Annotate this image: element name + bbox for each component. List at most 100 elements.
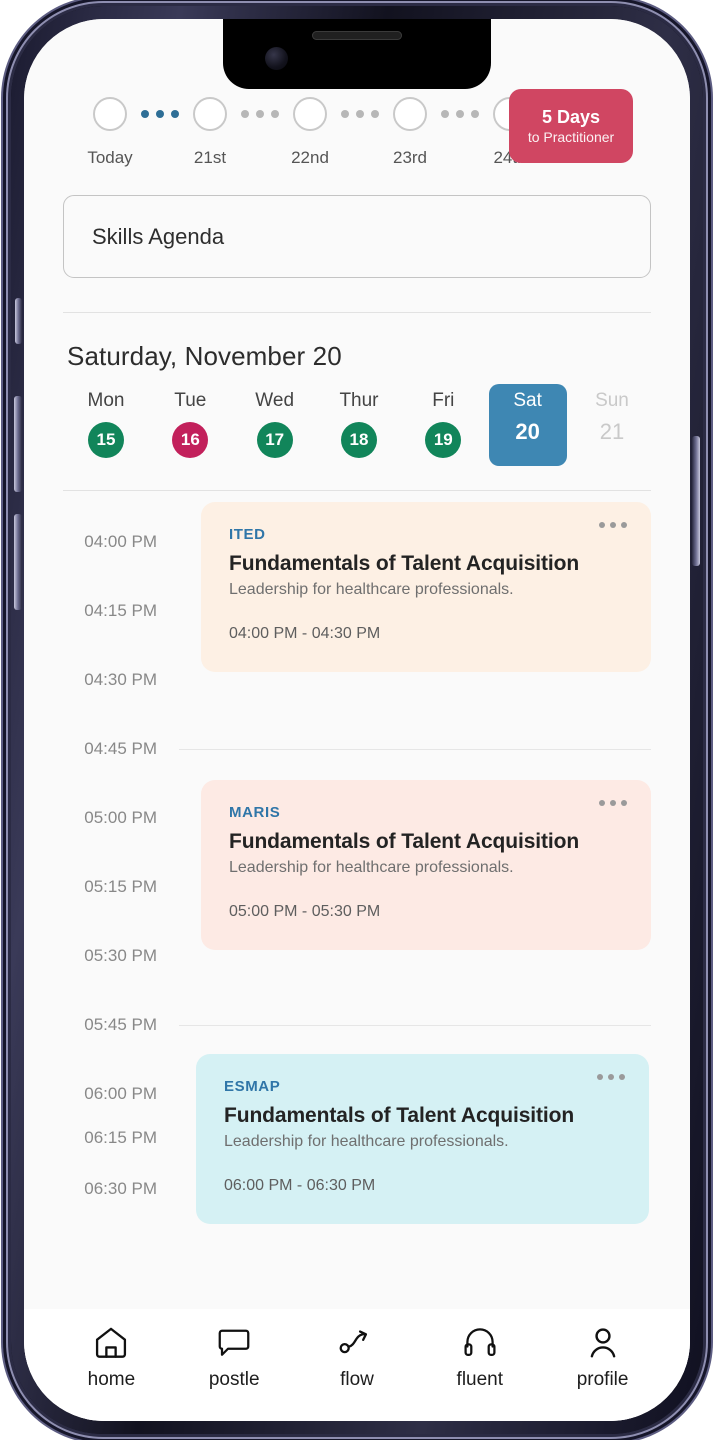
slot-time-label: 05:00 PM [84,808,157,827]
connector-dot [441,110,449,118]
weekday-number: 21 [599,419,625,444]
step-connector-dots [441,110,479,118]
power-button[interactable] [692,436,700,566]
connector-dot [471,110,479,118]
nav-item-profile[interactable]: profile [541,1325,664,1391]
step-label: Today [87,148,133,167]
connector-dot [356,110,364,118]
weekday-sat[interactable]: Sat 20 [488,384,567,466]
app-root: Practitioner Today [24,19,690,1421]
event-tag: ITED [229,526,266,543]
event-time: 04:00 PM - 04:30 PM [229,625,381,642]
step-group-2[interactable]: 22nd [287,97,387,168]
step-group-1[interactable]: 21st [187,97,287,168]
step-node-21st[interactable]: 21st [187,97,233,168]
weekday-name: Sun [595,390,629,411]
weekday-number: 17 [256,422,293,458]
slot-time-label: 04:30 PM [84,670,157,689]
more-options-icon[interactable] [597,1074,625,1080]
nav-item-fluent[interactable]: fluent [418,1325,541,1391]
event-card[interactable]: ITED Fundamentals of Talent Acquisition … [201,502,651,672]
event-time: 06:00 PM - 06:30 PM [224,1177,376,1194]
event-subtitle: Leadership for healthcare professionals. [224,1133,509,1150]
days-to-practitioner-badge[interactable]: 5 Days to Practitioner [509,89,633,163]
slot-time-label: 06:30 PM [84,1179,157,1198]
time-slot: 05:45 PM [24,990,690,1060]
step-circle-icon[interactable] [393,97,427,131]
nav-label: fluent [456,1369,504,1390]
step-node-today[interactable]: Today [87,97,133,168]
more-options-icon[interactable] [599,800,627,806]
connector-dot [141,110,149,118]
skills-agenda-field[interactable]: Skills Agenda [63,195,651,278]
weekday-mon[interactable]: Mon 15 [67,384,145,466]
step-circle-icon[interactable] [293,97,327,131]
date-header: Saturday, November 20 Mon 15 Tue 16 Wed … [24,313,690,466]
nav-item-home[interactable]: home [50,1325,173,1391]
event-tag: MARIS [229,804,281,821]
phone-screen: Practitioner Today [24,19,690,1421]
headphones-icon [464,1328,496,1357]
step-circle-icon[interactable] [93,97,127,131]
weekday-fri[interactable]: Fri 19 [404,384,482,466]
weekday-sun[interactable]: Sun 21 [573,384,651,466]
step-label: 21st [193,148,227,167]
event-card[interactable]: MARIS Fundamentals of Talent Acquisition… [201,780,651,950]
step-group-3[interactable]: 23rd [387,97,487,168]
speaker-grille [312,31,402,40]
slot-rule [179,748,651,750]
step-node-23rd[interactable]: 23rd [387,97,433,168]
nav-label: postle [208,1369,260,1390]
step-node-22nd[interactable]: 22nd [287,97,333,168]
skills-agenda-value: Skills Agenda [92,223,225,249]
weekday-name: Wed [255,390,295,411]
weekday-number: 20 [515,419,540,444]
step-connector-dots [241,110,279,118]
more-options-icon[interactable] [599,522,627,528]
slot-time-label: 05:30 PM [84,946,157,965]
weekday-name: Tue [174,390,207,411]
step-group-0[interactable]: Today [87,97,187,168]
event-time: 05:00 PM - 05:30 PM [229,903,381,920]
slot-time-label: 06:00 PM [84,1084,157,1103]
mute-switch-button[interactable] [15,298,22,344]
weekday-number: 19 [425,422,462,458]
volume-up-button[interactable] [14,396,22,492]
schedule-timeline[interactable]: 04:00 PM 04:15 PM 04:30 PM 04:45 PM 05:0… [24,497,690,1309]
connector-dot [256,110,264,118]
flow-arrow-icon [339,1330,368,1354]
connector-dot [341,110,349,118]
step-circle-icon[interactable] [193,97,227,131]
event-card[interactable]: ESMAP Fundamentals of Talent Acquisition… [196,1054,649,1224]
days-badge-caption: to Practitioner [527,128,615,145]
event-subtitle: Leadership for healthcare professionals. [229,859,514,876]
event-title: Fundamentals of Talent Acquisition [229,552,580,575]
weekday-name: Thur [339,390,379,411]
connector-dot [456,110,464,118]
nav-label: flow [340,1369,374,1390]
event-title: Fundamentals of Talent Acquisition [224,1104,575,1127]
divider [63,490,651,491]
front-camera-icon [265,47,288,70]
step-connector-dots [141,110,179,118]
event-subtitle: Leadership for healthcare professionals. [229,581,514,598]
slot-time-label: 04:45 PM [84,739,157,758]
event-title: Fundamentals of Talent Acquisition [229,830,580,853]
step-label: 22nd [291,148,329,167]
nav-item-flow[interactable]: flow [296,1325,419,1391]
step-connector-dots [341,110,379,118]
scroll-fade-overlay [24,1223,690,1309]
connector-dot [241,110,249,118]
slot-rule [179,1024,651,1026]
weekday-tue[interactable]: Tue 16 [151,384,229,466]
volume-down-button[interactable] [14,514,22,610]
nav-label: home [87,1369,136,1390]
weekday-name: Sat [513,390,542,411]
bottom-navigation: home postle flow fluent profile [24,1309,690,1421]
nav-item-postle[interactable]: postle [173,1325,296,1391]
weekday-number: 18 [340,422,377,458]
weekday-thur[interactable]: Thur 18 [320,384,398,466]
event-tag: ESMAP [224,1078,281,1095]
weekday-wed[interactable]: Wed 17 [236,384,314,466]
slot-time-label: 06:15 PM [84,1128,157,1147]
